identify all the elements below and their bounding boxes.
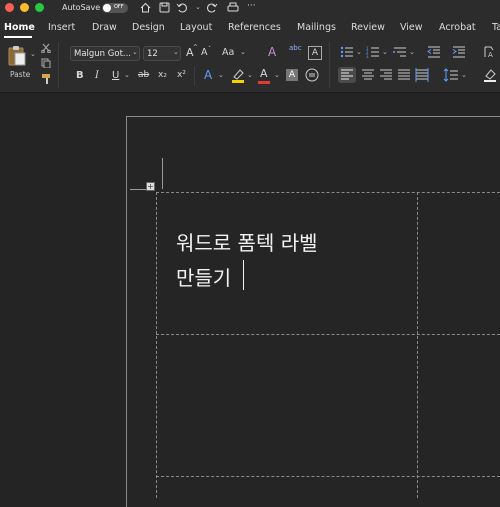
font-size-dropdown-icon[interactable]: ⌄ bbox=[173, 48, 179, 56]
zoom-window-button[interactable] bbox=[35, 3, 44, 12]
asian-layout-icon[interactable]: A bbox=[482, 45, 496, 59]
tab-draw[interactable]: Draw bbox=[92, 22, 117, 33]
shading-icon[interactable] bbox=[482, 67, 498, 83]
label-table-border bbox=[156, 192, 500, 193]
numbering-icon[interactable]: 123 bbox=[366, 46, 380, 58]
bold-button[interactable]: B bbox=[76, 70, 84, 81]
table-move-handle-icon[interactable]: + bbox=[146, 182, 155, 191]
home-icon[interactable] bbox=[140, 2, 151, 13]
label-table-border bbox=[156, 334, 500, 335]
label-table-border bbox=[417, 192, 418, 498]
shrink-font-arrow-icon: ˇ bbox=[208, 46, 211, 53]
subscript-button[interactable]: x₂ bbox=[158, 70, 167, 80]
svg-text:3: 3 bbox=[366, 54, 369, 58]
change-case-dropdown-icon[interactable]: ⌄ bbox=[240, 48, 246, 56]
font-color-dropdown-icon[interactable]: ⌄ bbox=[274, 71, 280, 79]
highlight-icon[interactable] bbox=[231, 68, 245, 84]
divider bbox=[194, 66, 195, 86]
cut-icon[interactable] bbox=[41, 43, 51, 53]
label-text-line-2[interactable]: 만들기 bbox=[176, 262, 231, 291]
line-spacing-icon[interactable] bbox=[443, 67, 459, 83]
label-table-border bbox=[156, 192, 157, 498]
align-left-icon bbox=[341, 69, 353, 80]
align-center-icon[interactable] bbox=[360, 67, 376, 83]
change-case-button[interactable]: Aa bbox=[222, 47, 234, 58]
redo-icon[interactable] bbox=[207, 2, 218, 13]
increase-indent-icon[interactable] bbox=[452, 46, 466, 58]
multilevel-list-icon[interactable] bbox=[393, 46, 407, 58]
tab-review[interactable]: Review bbox=[351, 22, 385, 33]
tab-layout[interactable]: Layout bbox=[180, 22, 212, 33]
document-page[interactable] bbox=[126, 116, 500, 507]
strikethrough-button[interactable]: ab bbox=[138, 70, 149, 80]
format-painter-icon[interactable] bbox=[41, 73, 53, 85]
numbering-dropdown-icon[interactable]: ⌄ bbox=[382, 48, 388, 56]
underline-button[interactable]: U bbox=[112, 70, 119, 81]
font-color-swatch bbox=[258, 81, 270, 84]
align-right-icon[interactable] bbox=[378, 67, 394, 83]
italic-button[interactable]: I bbox=[95, 70, 99, 81]
title-bar: AutoSave OFF ⌄ ··· bbox=[0, 0, 500, 16]
shrink-font-button[interactable]: A bbox=[201, 47, 208, 58]
align-left-button[interactable] bbox=[338, 67, 356, 83]
text-effects-icon[interactable]: A bbox=[204, 68, 212, 82]
distributed-icon[interactable] bbox=[414, 67, 430, 83]
copy-icon[interactable] bbox=[41, 58, 51, 68]
font-color-button[interactable]: A bbox=[260, 67, 268, 80]
close-window-button[interactable] bbox=[5, 3, 14, 12]
font-name-dropdown-icon[interactable]: ⌄ bbox=[132, 48, 138, 56]
divider bbox=[58, 42, 59, 88]
paste-icon[interactable] bbox=[6, 44, 28, 68]
tab-home[interactable]: Home bbox=[4, 22, 35, 33]
decrease-indent-icon[interactable] bbox=[427, 46, 441, 58]
multilevel-list-dropdown-icon[interactable]: ⌄ bbox=[409, 48, 415, 56]
justify-icon[interactable] bbox=[396, 67, 412, 83]
grow-font-arrow-icon: ^ bbox=[193, 44, 199, 51]
paste-label[interactable]: Paste bbox=[10, 70, 30, 79]
margin-mark bbox=[162, 158, 163, 189]
more-icon[interactable]: ··· bbox=[247, 1, 256, 11]
margin-mark bbox=[130, 189, 147, 190]
phonetic-guide-icon[interactable]: abc bbox=[289, 44, 302, 52]
label-table-border bbox=[156, 476, 500, 477]
tab-references[interactable]: References bbox=[228, 22, 281, 33]
save-icon[interactable] bbox=[159, 2, 170, 13]
minimize-window-button[interactable] bbox=[20, 3, 29, 12]
ribbon-tabs: Home Insert Draw Design Layout Reference… bbox=[0, 16, 500, 38]
undo-icon[interactable] bbox=[176, 2, 187, 13]
text-effects-dropdown-icon[interactable]: ⌄ bbox=[218, 71, 224, 79]
print-icon[interactable] bbox=[227, 2, 239, 13]
autosave-state: OFF bbox=[114, 4, 124, 10]
character-border-icon[interactable]: A bbox=[308, 46, 322, 60]
tab-design[interactable]: Design bbox=[132, 22, 165, 33]
tab-insert[interactable]: Insert bbox=[48, 22, 75, 33]
tab-table[interactable]: Ta bbox=[492, 22, 500, 33]
superscript-button[interactable]: x² bbox=[177, 70, 186, 80]
clear-formatting-icon[interactable]: A bbox=[268, 45, 276, 59]
autosave-toggle-knob bbox=[103, 4, 111, 12]
autosave-toggle[interactable]: OFF bbox=[102, 3, 128, 13]
bullets-dropdown-icon[interactable]: ⌄ bbox=[356, 48, 362, 56]
character-shading-icon[interactable]: A bbox=[286, 69, 298, 81]
svg-text:A: A bbox=[488, 51, 493, 59]
tab-acrobat[interactable]: Acrobat bbox=[439, 22, 476, 33]
paste-dropdown-icon[interactable]: ⌄ bbox=[30, 50, 36, 58]
undo-dropdown-icon[interactable]: ⌄ bbox=[195, 3, 201, 11]
font-name-select[interactable]: Malgun Got... bbox=[70, 46, 140, 61]
highlight-dropdown-icon[interactable]: ⌄ bbox=[247, 71, 253, 79]
line-spacing-dropdown-icon[interactable]: ⌄ bbox=[461, 71, 467, 79]
underline-dropdown-icon[interactable]: ⌄ bbox=[124, 71, 130, 79]
tab-mailings[interactable]: Mailings bbox=[297, 22, 336, 33]
divider bbox=[329, 42, 330, 88]
tab-view[interactable]: View bbox=[400, 22, 423, 33]
enclose-characters-icon[interactable] bbox=[305, 68, 319, 82]
text-cursor bbox=[243, 260, 244, 290]
label-text-line-1[interactable]: 워드로 폼텍 라벨 bbox=[176, 227, 318, 256]
autosave-label: AutoSave bbox=[62, 3, 101, 12]
bullets-icon[interactable] bbox=[340, 46, 354, 58]
